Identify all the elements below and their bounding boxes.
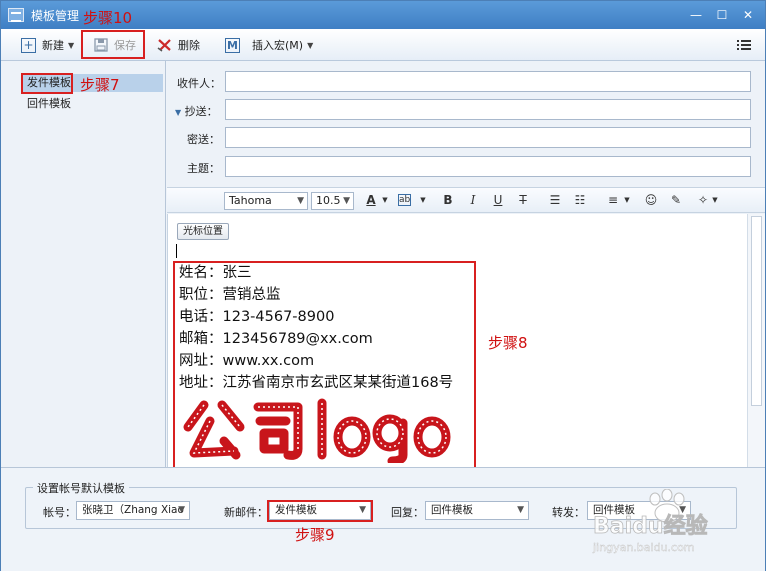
bold-icon[interactable]: B [440,193,456,207]
highlight-box-signature [173,261,476,469]
reply-label: 回复： [391,506,424,519]
close-button[interactable]: ✕ [737,5,759,25]
group-title: 设置帐号默认模板 [33,480,129,496]
account-value: 张晓卫（Zhang Xiao [82,504,184,516]
chevron-down-icon: ▼ [307,40,314,50]
bcc-input[interactable] [225,127,751,148]
strikethrough-icon[interactable]: T [515,193,531,207]
subject-label: 主题： [187,162,220,175]
window-title: 模板管理 [31,9,80,23]
scrollbar-thumb[interactable] [751,216,762,406]
cc-toggle[interactable]: ▼ 抄送： [175,103,218,119]
new-mail-label: 新邮件： [224,506,268,519]
insert-macro-button[interactable]: M 插入宏(M) ▼ [225,35,313,55]
highlight-box-send-template [21,73,73,94]
chevron-down-icon: ▼ [517,505,524,515]
cc-label: 抄送： [184,105,218,118]
forward-label: 转发： [552,506,585,519]
emoji-icon[interactable]: ☺ [643,193,659,207]
watermark-text: Baidu经验 [593,513,708,539]
macro-m-icon: M [225,37,240,53]
font-select[interactable]: Tahoma ▼ [224,192,308,210]
delete-x-icon [157,38,172,53]
underline-icon[interactable]: U [490,193,506,207]
bullet-list-icon[interactable]: ☰ [547,193,563,207]
cursor-position-button[interactable]: 光标位置 [177,223,229,240]
annotation-step10: 步骤10 [83,9,133,27]
new-button[interactable]: + 新建 ▼ [21,35,74,55]
annotation-step8: 步骤8 [488,334,528,352]
chevron-down-icon[interactable]: ▼ [377,196,393,204]
template-manager-window: 模板管理 — ☐ ✕ 步骤10 + 新建 ▼ 保存 删除 M 插入宏(M) ▼ [0,0,766,571]
minimize-button[interactable]: — [685,5,707,25]
baidu-watermark: Baidu经验 jingyan.baidu.com [592,489,708,554]
reply-select[interactable]: 回件模板 ▼ [425,501,529,520]
editor-scrollbar[interactable] [747,214,765,467]
to-input[interactable] [225,71,751,92]
to-label: 收件人： [177,77,221,90]
new-label: 新建 [42,39,64,52]
numbered-list-icon[interactable]: ☷ [572,193,588,207]
chevron-down-icon: ▼ [297,196,304,206]
annotation-step9: 步骤9 [295,526,335,544]
reply-value: 回件模板 [431,504,473,516]
delete-button[interactable]: 删除 [157,35,200,55]
plus-icon: + [21,37,36,53]
delete-label: 删除 [178,39,200,52]
italic-icon[interactable]: I [465,193,481,207]
clear-format-icon[interactable]: ✎ [668,193,684,207]
maximize-button[interactable]: ☐ [711,5,733,25]
subject-input[interactable] [225,156,751,177]
bcc-label: 密送： [187,133,220,146]
account-select[interactable]: 张晓卫（Zhang Xiao ▼ [76,501,190,520]
chevron-down-icon: ▼ [343,196,350,206]
chevron-down-icon[interactable]: ▼ [619,196,635,204]
account-label: 帐号： [43,506,76,519]
font-size-select[interactable]: 10.5 ▼ [311,192,354,210]
cc-input[interactable] [225,99,751,120]
sidebar-item-label: 回件模板 [27,97,71,110]
sidebar-item-reply-template[interactable]: 回件模板 [23,95,75,113]
font-value: Tahoma [229,194,272,207]
format-toolbar: Tahoma ▼ 10.5 ▼ A ▼ ab ▼ B I U T ☰ ☷ ≡ ▼… [167,187,765,213]
message-editor[interactable]: 光标位置 姓名：张三 职位：营销总监 电话：123-4567-8900 邮箱：1… [167,214,747,469]
annotation-step7: 步骤7 [80,76,120,94]
chevron-down-icon[interactable]: ▼ [415,196,431,204]
text-caret [176,244,177,258]
highlight-box-save [81,30,145,59]
insert-macro-label: 插入宏(M) [252,39,304,52]
sidebar: 发件模板 回件模板 步骤7 [1,61,166,467]
highlight-box-new-mail [267,500,373,522]
font-size-value: 10.5 [316,194,341,207]
chevron-down-icon: ▼ [178,505,185,515]
app-icon [8,8,24,22]
watermark-url: jingyan.baidu.com [592,541,695,554]
chevron-down-icon[interactable]: ▼ [707,196,723,204]
triangle-down-icon: ▼ [175,108,182,117]
menu-list-icon[interactable] [737,35,751,55]
compose-area: 收件人： ▼ 抄送： 密送： 主题： Tahoma ▼ 10.5 ▼ A ▼ a… [167,61,765,469]
highlight-color-icon[interactable]: ab [398,194,411,206]
chevron-down-icon: ▼ [68,40,75,50]
